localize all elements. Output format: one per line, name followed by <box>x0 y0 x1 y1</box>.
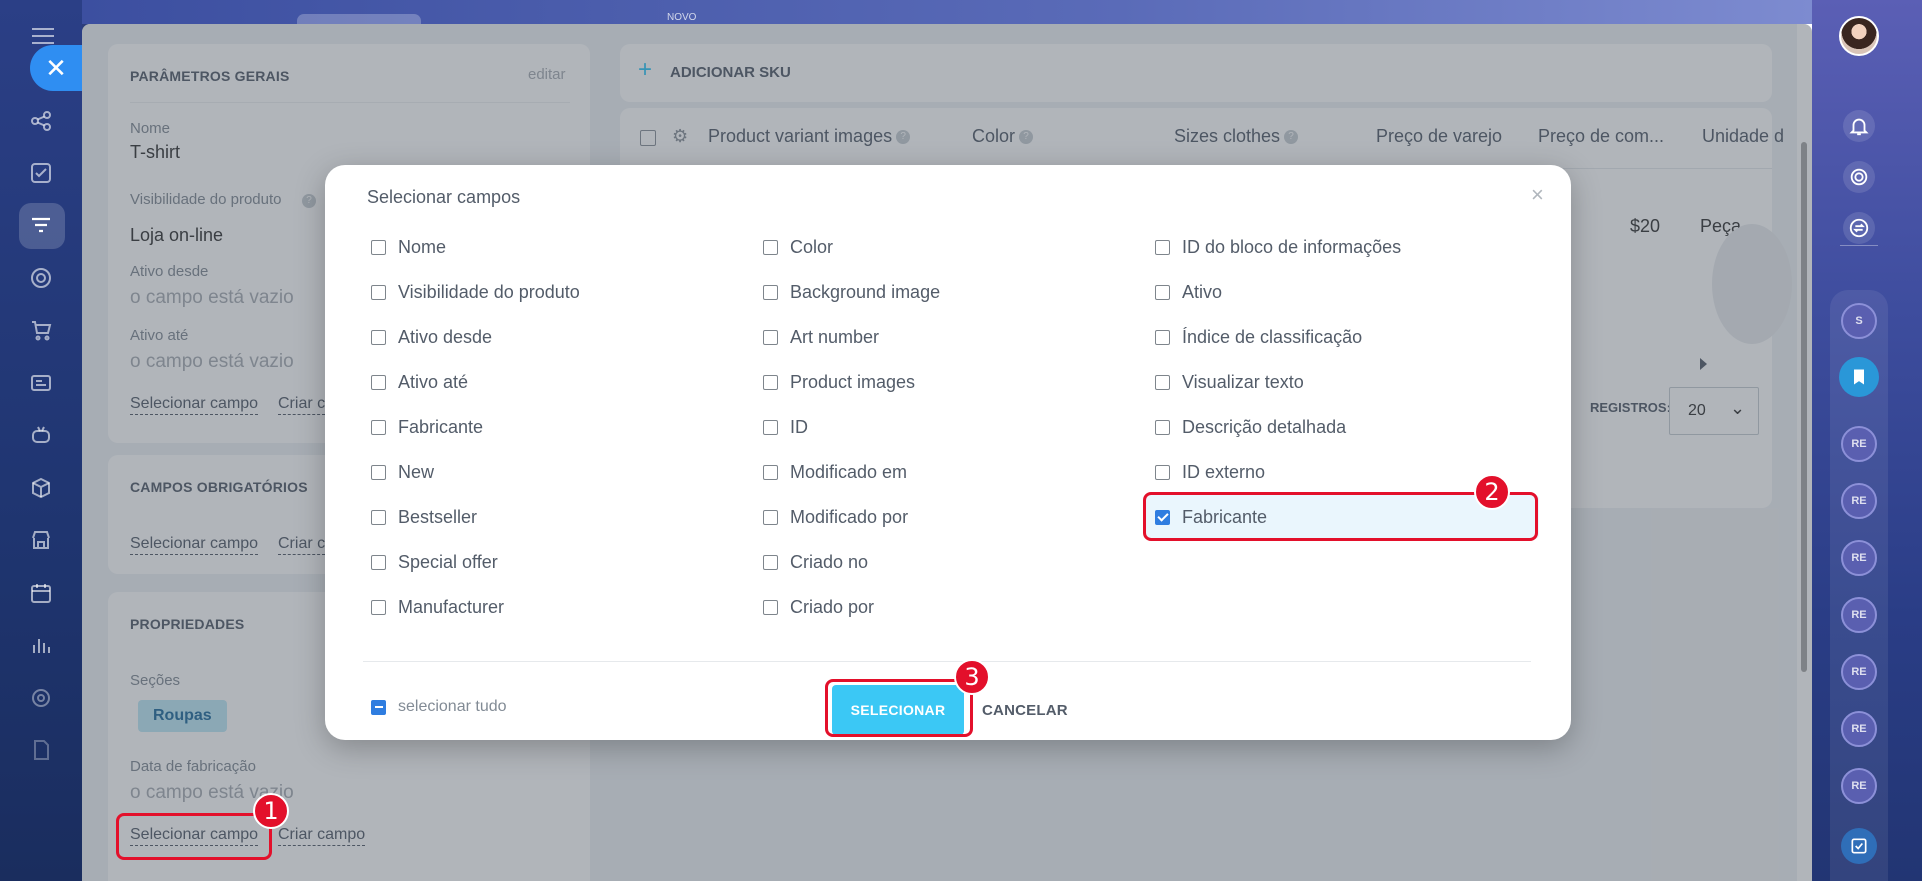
field-option[interactable]: Descrição detalhada <box>1155 415 1346 439</box>
field-option[interactable]: Art number <box>763 325 879 349</box>
chat-bubble[interactable]: S <box>1841 303 1877 339</box>
checkbox[interactable] <box>763 239 778 255</box>
settings-icon[interactable] <box>27 684 55 712</box>
chat-bubble[interactable]: RE <box>1841 711 1877 747</box>
select-all-checkbox[interactable] <box>371 699 386 715</box>
field-option[interactable]: ID externo <box>1155 460 1265 484</box>
chat-bubble[interactable]: RE <box>1841 654 1877 690</box>
field-option[interactable]: ID <box>763 415 808 439</box>
bookmark-icon[interactable] <box>1839 357 1879 397</box>
select-fields-modal: Selecionar campos × Nome Visibilidade do… <box>325 165 1571 740</box>
calendar-icon[interactable] <box>27 579 55 607</box>
checkbox[interactable] <box>763 284 778 300</box>
field-option[interactable]: New <box>371 460 434 484</box>
menu-icon[interactable] <box>32 28 54 44</box>
chat-bubble[interactable]: RE <box>1841 426 1877 462</box>
chart-icon[interactable] <box>27 631 55 659</box>
close-icon: ✕ <box>45 53 67 83</box>
checkbox[interactable] <box>1155 329 1170 345</box>
field-option[interactable]: Nome <box>371 235 446 259</box>
close-icon[interactable]: × <box>1531 182 1544 208</box>
modal-title: Selecionar campos <box>367 187 521 207</box>
bell-icon[interactable] <box>1843 110 1875 142</box>
checkbox[interactable] <box>371 599 386 615</box>
checkbox[interactable] <box>371 554 386 570</box>
chat-bubble[interactable]: RE <box>1841 597 1877 633</box>
checkbox[interactable] <box>763 329 778 345</box>
checkbox[interactable] <box>371 329 386 345</box>
callout-badge-1: 1 <box>253 793 289 829</box>
field-option[interactable]: Criado no <box>763 550 868 574</box>
field-option[interactable]: Ativo <box>1155 280 1222 304</box>
callout-badge-3: 3 <box>954 659 990 695</box>
checkbox[interactable] <box>763 419 778 435</box>
checkbox[interactable] <box>371 464 386 480</box>
cancel-button[interactable]: CANCELAR <box>982 685 1068 735</box>
target-icon[interactable] <box>27 264 55 292</box>
field-option[interactable]: Modificado por <box>763 505 908 529</box>
field-option[interactable]: Visualizar texto <box>1155 370 1304 394</box>
sync-icon[interactable] <box>1843 212 1875 244</box>
close-slider-button[interactable]: ✕ <box>30 45 82 91</box>
field-option[interactable]: Criado por <box>763 595 874 619</box>
robot-icon[interactable] <box>27 421 55 449</box>
cart-icon[interactable] <box>27 316 55 344</box>
modal-divider <box>363 661 1531 662</box>
field-option[interactable]: Manufacturer <box>371 595 504 619</box>
callout-box-3 <box>825 679 973 737</box>
task-check-icon[interactable] <box>1841 828 1877 864</box>
chat-bubble[interactable]: RE <box>1841 768 1877 804</box>
user-avatar[interactable] <box>1839 16 1879 56</box>
contacts-icon[interactable] <box>27 369 55 397</box>
checkbox[interactable] <box>763 464 778 480</box>
field-option[interactable]: Visibilidade do produto <box>371 280 580 304</box>
field-option[interactable]: Fabricante <box>371 415 483 439</box>
new-label: NOVO <box>667 12 697 23</box>
checkbox[interactable] <box>371 509 386 525</box>
checkbox[interactable] <box>1155 419 1170 435</box>
callout-badge-2: 2 <box>1474 474 1510 510</box>
checkbox[interactable] <box>371 374 386 390</box>
checkbox[interactable] <box>1155 464 1170 480</box>
tasks-icon[interactable] <box>27 159 55 187</box>
chat-bubble[interactable]: RE <box>1841 540 1877 576</box>
box-icon[interactable] <box>27 474 55 502</box>
checkbox[interactable] <box>763 599 778 615</box>
left-sidebar <box>0 0 82 881</box>
field-option[interactable]: Product images <box>763 370 915 394</box>
select-all-toggle[interactable]: selecionar tudo <box>371 695 507 719</box>
field-option[interactable]: Modificado em <box>763 460 907 484</box>
field-option[interactable]: ID do bloco de informações <box>1155 235 1401 259</box>
field-option[interactable]: Bestseller <box>371 505 477 529</box>
document-icon[interactable] <box>27 736 55 764</box>
checkbox[interactable] <box>371 419 386 435</box>
field-option[interactable]: Special offer <box>371 550 498 574</box>
checkbox[interactable] <box>763 509 778 525</box>
callout-box-1 <box>116 813 272 860</box>
funnel-icon[interactable] <box>27 212 55 240</box>
field-option[interactable]: Ativo até <box>371 370 468 394</box>
store-icon[interactable] <box>27 526 55 554</box>
checkbox[interactable] <box>1155 239 1170 255</box>
checkbox[interactable] <box>1155 374 1170 390</box>
checkbox[interactable] <box>763 554 778 570</box>
checkbox[interactable] <box>1155 284 1170 300</box>
chat-bubble[interactable]: RE <box>1841 483 1877 519</box>
checkbox[interactable] <box>371 284 386 300</box>
field-option[interactable]: Color <box>763 235 833 259</box>
field-option[interactable]: Background image <box>763 280 940 304</box>
field-option[interactable]: Ativo desde <box>371 325 492 349</box>
right-rail-divider <box>1840 245 1878 246</box>
open-channels-icon[interactable] <box>1843 161 1875 193</box>
checkbox[interactable] <box>371 239 386 255</box>
feed-icon[interactable] <box>27 107 55 135</box>
field-option[interactable]: Índice de classificação <box>1155 325 1362 349</box>
checkbox[interactable] <box>763 374 778 390</box>
